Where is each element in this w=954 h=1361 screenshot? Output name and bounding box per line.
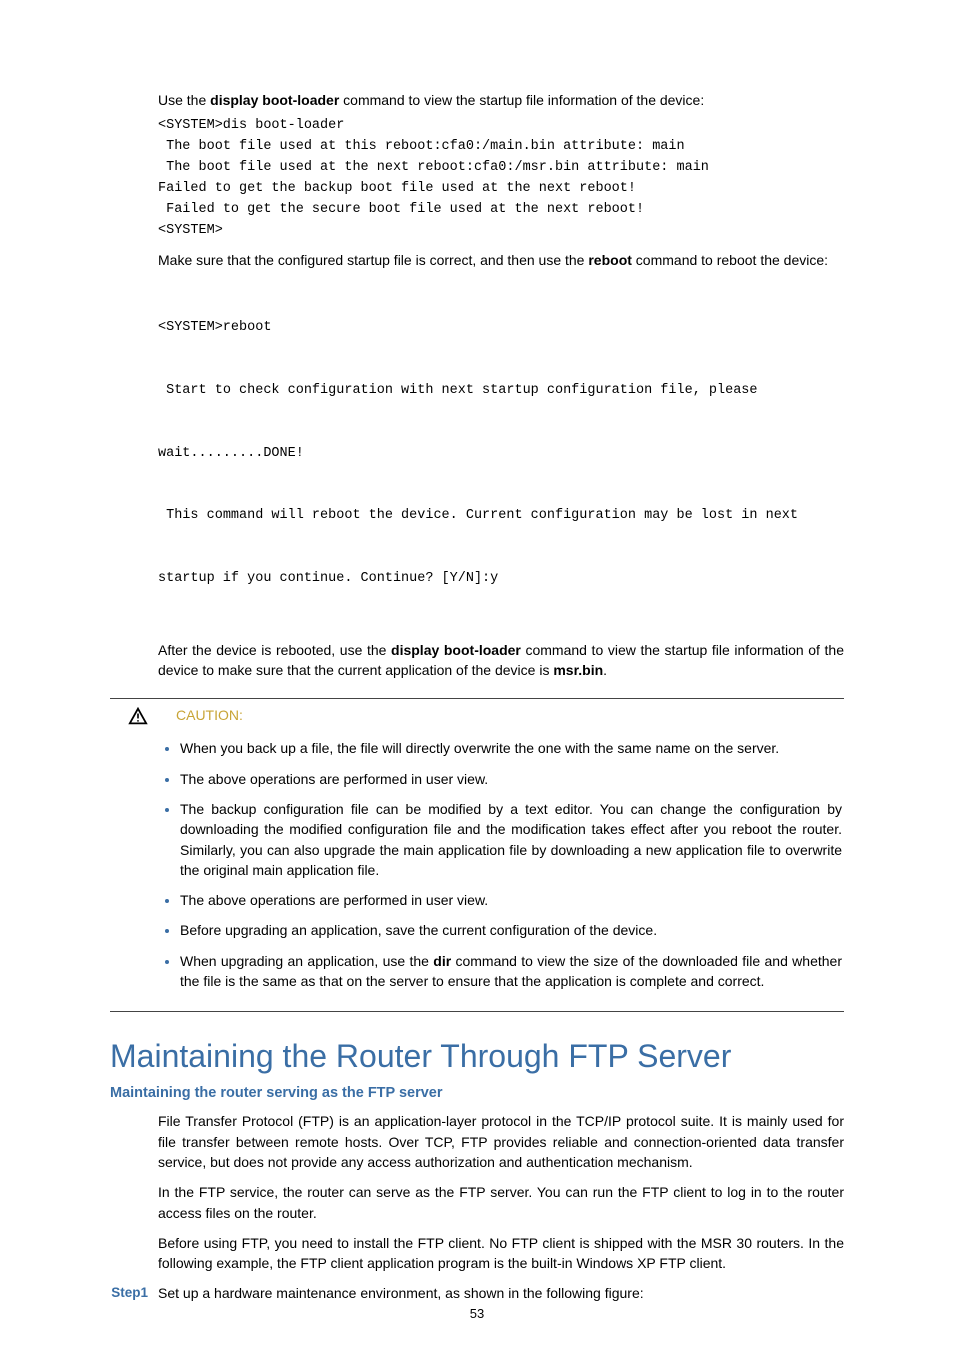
bullet-item: The above operations are performed in us… <box>180 769 844 789</box>
code-line: <SYSTEM>reboot <box>158 318 844 339</box>
code-line: This command will reboot the device. Cur… <box>158 506 844 527</box>
caution-bullets: When you back up a file, the file will d… <box>110 738 844 991</box>
text: Make sure that the configured startup fi… <box>158 252 588 268</box>
caution-label: CAUTION: <box>176 705 243 723</box>
code-line: Start to check configuration with next s… <box>158 381 844 402</box>
text: command to reboot the device: <box>632 252 828 268</box>
bullet-item: When upgrading an application, use the d… <box>180 951 844 992</box>
bold-term: display boot-loader <box>391 642 521 658</box>
bullet-item: Before upgrading an application, save th… <box>180 920 844 940</box>
step-label: Step1 <box>110 1285 158 1301</box>
paragraph: In the FTP service, the router can serve… <box>110 1182 844 1223</box>
bullet-item: The backup configuration file can be mod… <box>180 799 844 880</box>
code-line: wait.........DONE! <box>158 444 844 465</box>
bullet-item: The above operations are performed in us… <box>180 890 844 910</box>
bold-term: msr.bin <box>553 662 603 678</box>
caution-triangle-icon <box>110 705 176 730</box>
page-number: 53 <box>0 1306 954 1321</box>
bold-term: dir <box>433 953 451 969</box>
step-row: Step1 Set up a hardware maintenance envi… <box>110 1285 844 1301</box>
bold-term: reboot <box>588 252 632 268</box>
code-line: startup if you continue. Continue? [Y/N]… <box>158 569 844 590</box>
caution-box: CAUTION: When you back up a file, the fi… <box>110 698 844 1012</box>
section-heading: Maintaining the Router Through FTP Serve… <box>110 1038 844 1075</box>
text: When upgrading an application, use the <box>180 953 433 969</box>
intro-paragraph-1: Use the display boot-loader command to v… <box>110 90 844 110</box>
text: After the device is rebooted, use the <box>158 642 391 658</box>
step-text: Set up a hardware maintenance environmen… <box>158 1285 644 1301</box>
bold-term: display boot-loader <box>210 92 339 108</box>
paragraph: File Transfer Protocol (FTP) is an appli… <box>110 1111 844 1172</box>
intro-paragraph-2: Make sure that the configured startup fi… <box>110 250 844 270</box>
paragraph: Before using FTP, you need to install th… <box>110 1233 844 1274</box>
sub-heading: Maintaining the router serving as the FT… <box>110 1085 844 1101</box>
intro-paragraph-3: After the device is rebooted, use the di… <box>110 640 844 681</box>
page: Use the display boot-loader command to v… <box>0 0 954 1361</box>
code-block-1: <SYSTEM>dis boot-loader The boot file us… <box>110 116 844 242</box>
bullet-item: When you back up a file, the file will d… <box>180 738 844 758</box>
code-block-2: <SYSTEM>reboot Start to check configurat… <box>110 276 844 632</box>
text: . <box>603 662 607 678</box>
text: command to view the startup file informa… <box>339 92 704 108</box>
caution-header: CAUTION: <box>110 705 844 730</box>
text: Use the <box>158 92 210 108</box>
